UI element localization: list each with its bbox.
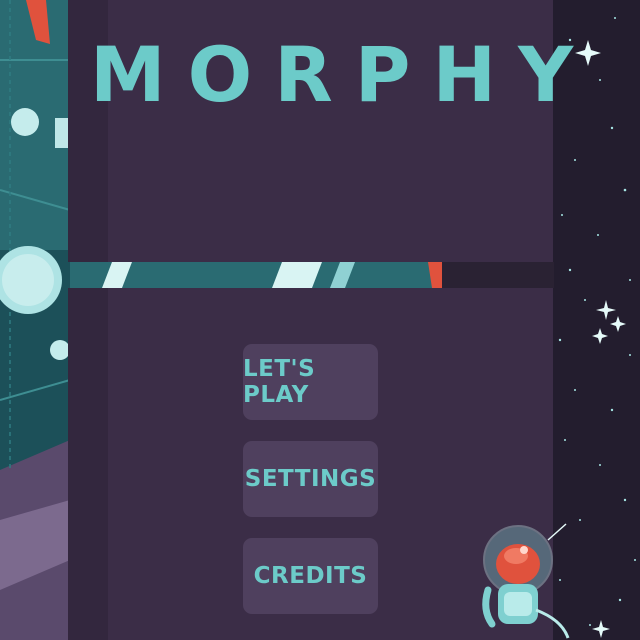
panel-shadow: [68, 288, 108, 640]
lets-play-button[interactable]: LET'S PLAY: [243, 344, 378, 420]
title-panel: MORPHY: [68, 0, 596, 262]
credits-button[interactable]: CREDITS: [243, 538, 378, 614]
game-title: MORPHY: [90, 30, 596, 119]
morphy-mascot-icon: [482, 523, 570, 639]
settings-button[interactable]: SETTINGS: [243, 441, 378, 517]
game-screen: MORPHY LET'S PLAY SETTINGS CREDITS: [0, 0, 640, 640]
